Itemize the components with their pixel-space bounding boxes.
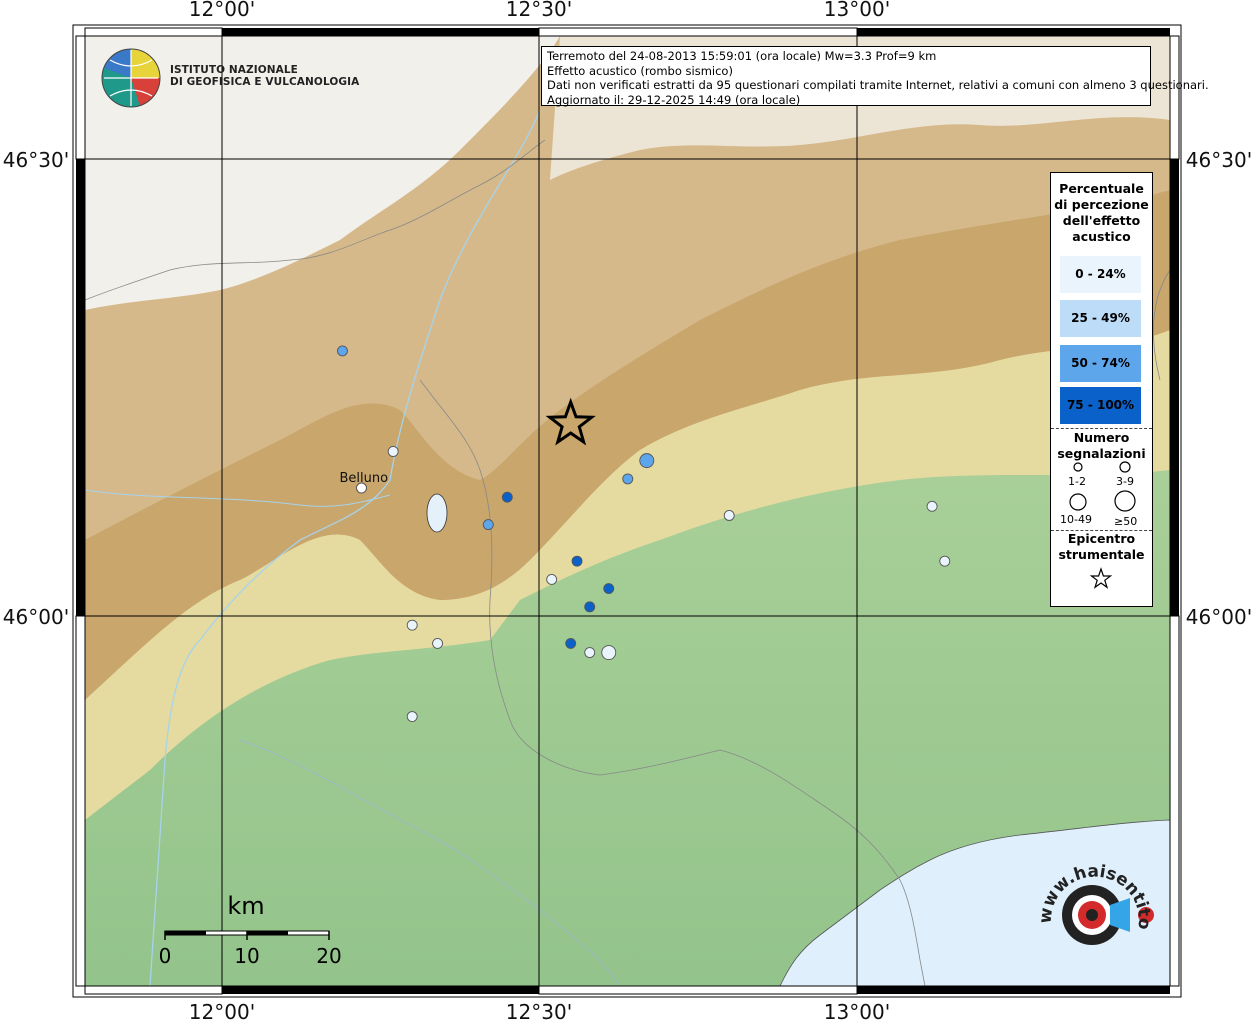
legend-separator-1	[1051, 428, 1152, 429]
event-info-box: Terremoto del 24-08-2013 15:59:01 (ora l…	[541, 46, 1209, 107]
observation-point[interactable]	[926, 500, 938, 512]
coord-top-1: 12°00'	[189, 0, 255, 21]
ingv-logo-text: ISTITUTO NAZIONALE DI GEOFISICA E VULCAN…	[170, 64, 359, 88]
observation-point[interactable]	[622, 473, 634, 485]
terrain	[85, 36, 1170, 986]
coord-left-2: 46°00'	[3, 605, 69, 629]
coord-right-2: 46°00'	[1186, 605, 1252, 629]
legend-class-1: 25 - 49%	[1060, 300, 1141, 337]
logo-line-2: DI GEOFISICA E VULCANOLOGIA	[170, 76, 360, 88]
scale-tick-0: 0	[159, 944, 172, 968]
legend-title: Percentuale di percezione dell'effetto a…	[1054, 181, 1149, 244]
coord-bottom-3: 13°00'	[824, 1000, 890, 1024]
scale-tick-20: 20	[316, 944, 341, 968]
legend-star-icon	[1089, 567, 1113, 589]
legend-count-title: Numero segnalazioni	[1057, 430, 1146, 461]
ingv-logo-icon	[101, 48, 161, 108]
coord-left-1: 46°30'	[3, 148, 69, 172]
scale-tick-10: 10	[234, 944, 259, 968]
coord-bottom-2: 12°30'	[506, 1000, 572, 1024]
legend-size-50: ≥50	[1114, 515, 1138, 528]
event-effect: Effetto acustico (rombo sismico)	[547, 63, 733, 78]
observation-point[interactable]	[432, 637, 444, 649]
legend-panel: Percentuale di percezione dell'effetto a…	[1050, 172, 1153, 607]
event-title: Terremoto del 24-08-2013 15:59:01 (ora l…	[547, 49, 937, 63]
scale-unit: km	[227, 892, 264, 920]
observation-point[interactable]	[639, 453, 655, 469]
legend-size-1-2: 1-2	[1068, 475, 1086, 488]
coord-top-3: 13°00'	[824, 0, 890, 21]
observation-point[interactable]	[482, 519, 494, 531]
observation-point[interactable]	[337, 345, 348, 357]
coord-bottom-1: 12°00'	[189, 1000, 255, 1024]
legend-class-3: 75 - 100%	[1060, 387, 1141, 424]
observation-point[interactable]	[723, 510, 735, 521]
observation-point[interactable]	[601, 645, 617, 661]
observation-point[interactable]	[603, 583, 615, 595]
lake	[426, 493, 448, 533]
observation-point[interactable]	[501, 491, 513, 503]
observation-point[interactable]	[406, 619, 418, 631]
legend-size-10-49: 10-49	[1060, 513, 1092, 526]
city-label: Belluno	[339, 471, 388, 486]
observation-point[interactable]	[584, 601, 596, 613]
event-updated: Aggiornato il: 29-12-2025 14:49 (ora loc…	[547, 92, 801, 107]
coord-right-1: 46°30'	[1186, 148, 1252, 172]
observation-point[interactable]	[565, 637, 577, 649]
observation-point[interactable]	[546, 573, 558, 585]
legend-size-symbols	[1069, 461, 1136, 512]
legend-class-2: 50 - 74%	[1060, 345, 1141, 382]
observation-point[interactable]	[584, 647, 596, 659]
legend-size-3-9: 3-9	[1116, 475, 1134, 488]
legend-class-0: 0 - 24%	[1060, 256, 1141, 293]
observation-point[interactable]	[387, 446, 399, 457]
observation-point[interactable]	[571, 555, 583, 567]
event-data-note: Dati non verificati estratti da 95 quest…	[547, 78, 1209, 92]
coord-top-2: 12°30'	[506, 0, 572, 21]
logo-line-1: ISTITUTO NAZIONALE	[170, 64, 298, 76]
observation-point[interactable]	[406, 711, 418, 722]
observation-point[interactable]	[939, 555, 951, 567]
legend-epicenter-title: Epicentro strumentale	[1058, 531, 1145, 562]
